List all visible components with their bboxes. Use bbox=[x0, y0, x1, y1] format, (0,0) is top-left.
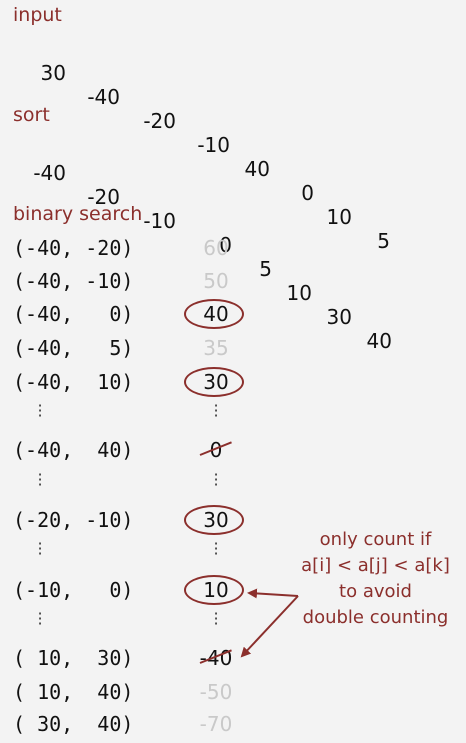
arrow-to-10 bbox=[247, 588, 299, 599]
annotation-arrows bbox=[240, 588, 299, 658]
arrow-to-minus40 bbox=[240, 595, 299, 658]
